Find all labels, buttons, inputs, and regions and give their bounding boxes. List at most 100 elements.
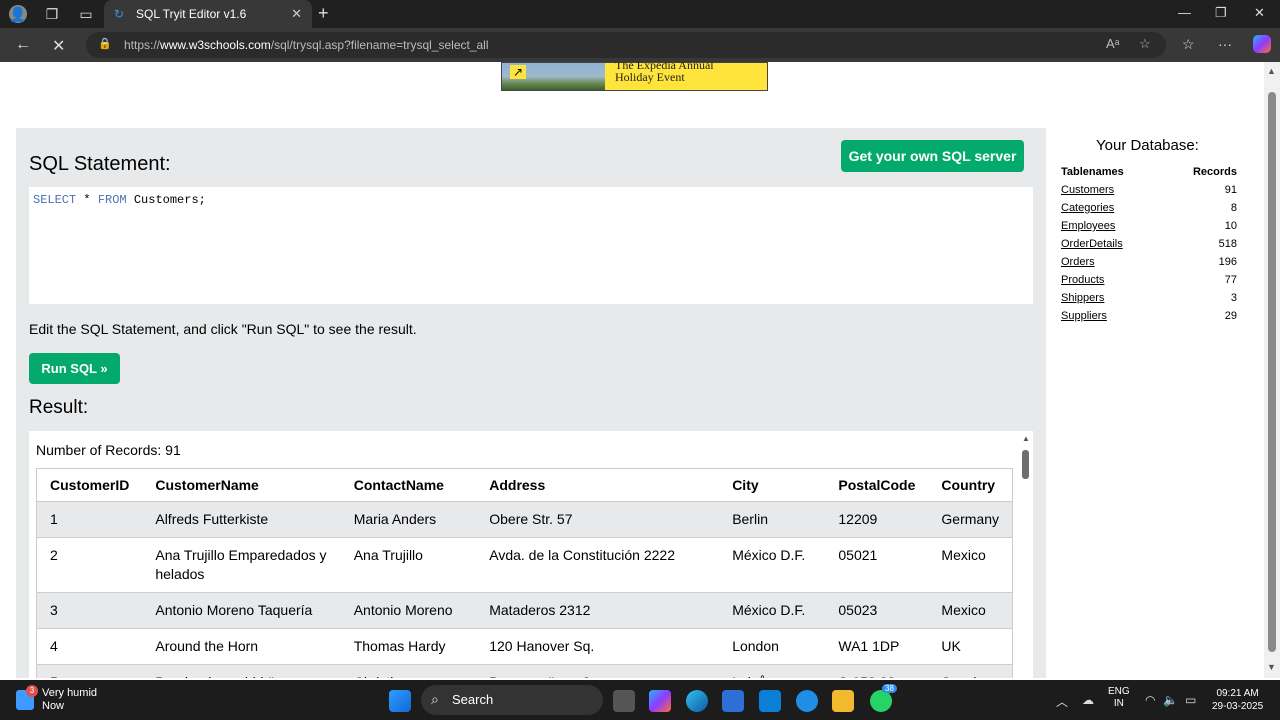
- whatsapp-icon[interactable]: 38: [870, 684, 897, 712]
- tab-sql-tryit[interactable]: ↻ SQL Tryit Editor v1.6 ✕: [104, 0, 312, 28]
- col-header: CustomerID: [36, 468, 143, 502]
- favorites-icon[interactable]: ☆: [1182, 36, 1195, 53]
- cell: Thomas Hardy: [340, 628, 477, 665]
- col-header: ContactName: [340, 468, 477, 502]
- db-table-link[interactable]: Customers: [1061, 184, 1114, 196]
- result-area: Number of Records: 91 CustomerID Custome…: [29, 431, 1033, 678]
- db-table-row: Categories 8: [1061, 202, 1237, 214]
- scroll-down-icon[interactable]: ▼: [1267, 662, 1276, 672]
- read-aloud-icon[interactable]: Aᵃ: [1106, 36, 1120, 51]
- windows-start-icon[interactable]: [389, 690, 411, 712]
- cell: 12209: [825, 501, 929, 538]
- minimize-icon[interactable]: —: [1178, 5, 1191, 20]
- db-table-row: Products 77: [1061, 274, 1237, 286]
- hp-app-icon[interactable]: [759, 690, 781, 712]
- page-scrollbar[interactable]: ▲ ▼: [1264, 62, 1280, 678]
- maximize-icon[interactable]: ❐: [1215, 5, 1227, 21]
- taskbar-search[interactable]: ⌕ Search: [421, 685, 603, 715]
- profile-avatar-icon[interactable]: 👤: [9, 5, 27, 23]
- microsoft-store-icon[interactable]: [722, 690, 744, 712]
- cell: UK: [928, 628, 1013, 665]
- lang-code: ENG: [1108, 686, 1130, 697]
- database-header: Tablenames Records: [1061, 166, 1237, 178]
- expedia-arrow-icon: ↗: [510, 65, 526, 79]
- cell: Sweden: [928, 664, 1013, 678]
- col-header: PostalCode: [825, 468, 929, 502]
- db-record-count: 518: [1218, 238, 1237, 250]
- cell: 05023: [825, 592, 929, 629]
- close-window-icon[interactable]: ✕: [1254, 5, 1265, 21]
- db-table-link[interactable]: Employees: [1061, 220, 1115, 232]
- clock-time: 09:21 AM: [1216, 688, 1259, 699]
- volume-icon[interactable]: 🔈: [1163, 693, 1178, 707]
- copilot-taskbar-icon[interactable]: [649, 690, 671, 712]
- table-row: 2 Ana Trujillo Emparedados y helados Ana T…: [36, 537, 1013, 593]
- more-menu-icon[interactable]: ···: [1218, 36, 1232, 52]
- url-field[interactable]: 🔒 https://www.w3schools.com/sql/trysql.a…: [86, 32, 1166, 58]
- tab-actions-icon[interactable]: ▭: [77, 5, 95, 23]
- cell: Avda. de la Constitución 2222: [476, 537, 720, 593]
- workspaces-icon[interactable]: ❐: [43, 5, 61, 23]
- db-table-link[interactable]: Products: [1061, 274, 1104, 286]
- cell: Ana Trujillo Emparedados y helados: [142, 537, 341, 593]
- db-table-link[interactable]: Shippers: [1061, 292, 1104, 304]
- edge-browser-icon[interactable]: [686, 690, 708, 712]
- database-sidebar: Your Database: Tablenames Records Custom…: [1050, 128, 1264, 678]
- result-scrollbar[interactable]: ▲: [1019, 431, 1033, 678]
- db-table-row: Suppliers 29: [1061, 310, 1237, 322]
- table-row: 1 Alfreds Futterkiste Maria Anders Obere St…: [36, 501, 1013, 538]
- favorite-star-icon[interactable]: ☆: [1139, 36, 1151, 52]
- cell: Around the Horn: [142, 628, 341, 665]
- cell: 2: [36, 537, 143, 593]
- onedrive-status-icon[interactable]: ☁: [1082, 693, 1094, 707]
- new-tab-plus-icon[interactable]: +: [318, 3, 329, 24]
- cell: Luleå: [719, 664, 826, 678]
- battery-icon[interactable]: ▭: [1185, 693, 1196, 707]
- run-sql-button[interactable]: Run SQL »: [29, 353, 120, 384]
- system-clock[interactable]: 09:21 AM 29-03-2025: [1212, 687, 1263, 713]
- result-heading: Result:: [29, 397, 89, 418]
- db-record-count: 91: [1224, 184, 1237, 196]
- table-header-row: CustomerID CustomerName ContactName Addr…: [36, 468, 1013, 502]
- show-hidden-icons-icon[interactable]: ︿: [1056, 693, 1068, 710]
- copilot-icon[interactable]: [1253, 35, 1271, 53]
- db-table-row: Customers 91: [1061, 184, 1237, 196]
- language-indicator[interactable]: ENG IN: [1108, 686, 1130, 710]
- result-scroll-thumb[interactable]: [1022, 450, 1029, 479]
- db-table-link[interactable]: Suppliers: [1061, 310, 1107, 322]
- db-table-link[interactable]: OrderDetails: [1061, 238, 1123, 250]
- sql-code-editor[interactable]: SELECT * FROM Customers;: [29, 187, 1033, 304]
- tab-close-icon[interactable]: ✕: [291, 6, 302, 22]
- cell: S-958 22: [825, 664, 929, 678]
- cell: Berglunds snabbköp: [142, 664, 341, 678]
- db-record-count: 10: [1224, 220, 1237, 232]
- cell: Berguvsvägen 8: [476, 664, 720, 678]
- back-icon[interactable]: ←: [15, 36, 31, 54]
- cell: México D.F.: [719, 592, 826, 629]
- table-row: 5Berglunds snabbköpChristina BerglundBer…: [36, 664, 1013, 678]
- cell: Antonio Moreno: [340, 592, 477, 629]
- help-icon[interactable]: [796, 690, 818, 712]
- db-table-link[interactable]: Categories: [1061, 202, 1114, 214]
- lang-region: IN: [1113, 698, 1124, 709]
- lock-icon[interactable]: 🔒: [98, 37, 112, 50]
- task-view-icon[interactable]: [613, 690, 635, 712]
- wifi-icon[interactable]: ◠: [1145, 693, 1155, 707]
- scroll-up-arrow-icon[interactable]: ▲: [1022, 434, 1030, 443]
- get-own-sql-server-button[interactable]: Get your own SQL server: [841, 140, 1024, 172]
- weather-time: Now: [42, 700, 65, 712]
- scroll-up-icon[interactable]: ▲: [1267, 66, 1276, 76]
- stop-loading-icon[interactable]: ✕: [52, 36, 65, 56]
- file-explorer-icon[interactable]: [832, 690, 854, 712]
- db-table-link[interactable]: Orders: [1061, 256, 1095, 268]
- cell: Maria Anders: [340, 501, 477, 538]
- db-table-row: Orders 196: [1061, 256, 1237, 268]
- advertisement-banner[interactable]: ↗ The Expedia Annual Holiday Event: [501, 62, 768, 91]
- cell: Obere Str. 57: [476, 501, 720, 538]
- address-toolbar: ← ✕ 🔒 https://www.w3schools.com/sql/trys…: [0, 28, 1280, 62]
- page-viewport: ↗ The Expedia Annual Holiday Event SQL S…: [4, 62, 1264, 678]
- cell: 5: [36, 664, 143, 678]
- record-count: Number of Records: 91: [36, 442, 181, 458]
- page-scroll-thumb[interactable]: [1268, 92, 1276, 652]
- sql-editor-panel: SQL Statement: Get your own SQL server S…: [16, 128, 1046, 678]
